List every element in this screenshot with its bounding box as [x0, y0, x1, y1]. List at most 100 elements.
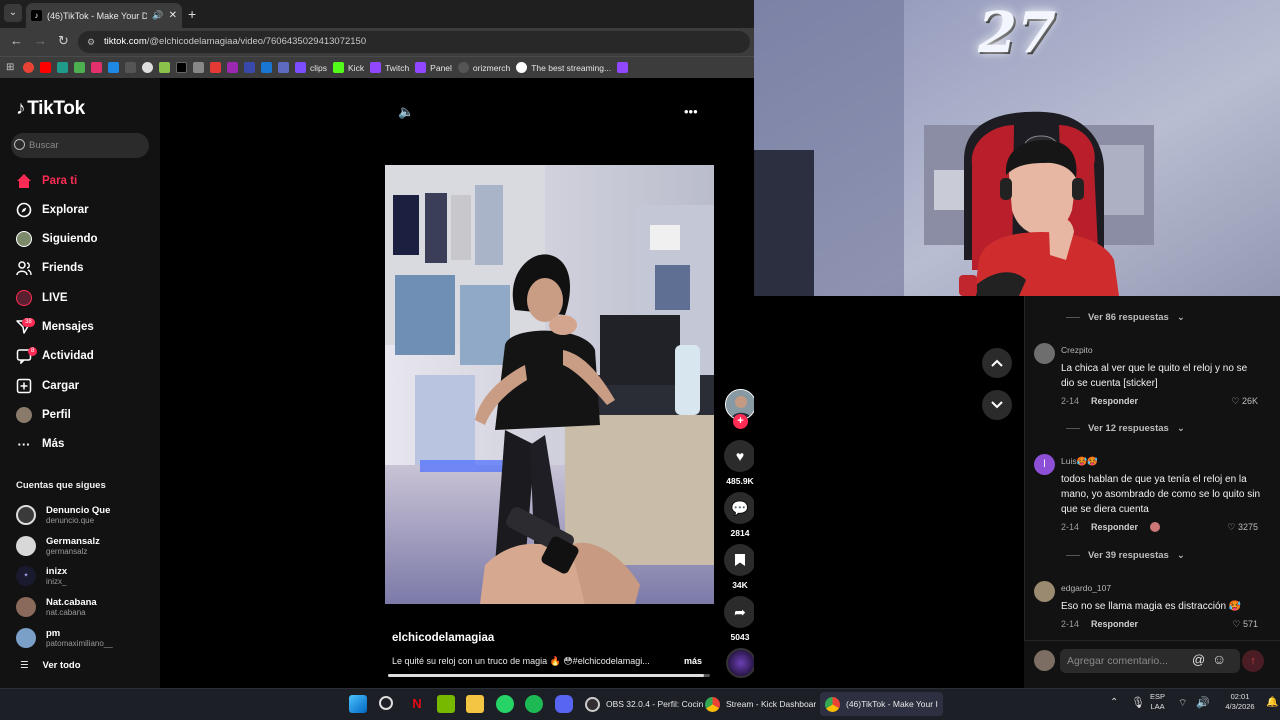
nav-friends[interactable]: Friends [16, 258, 84, 278]
wifi-icon[interactable]: ⌔ [1178, 697, 1187, 710]
previous-video-button[interactable] [982, 348, 1012, 378]
volume-icon[interactable]: 🔊 [1196, 696, 1210, 709]
search-input[interactable]: Buscar [11, 133, 149, 158]
nav-live[interactable]: LIVE [16, 288, 68, 308]
bookmark-panel[interactable]: Panel [415, 62, 452, 73]
bookmark-icon[interactable] [142, 62, 153, 73]
following-account[interactable]: Denuncio Que denuncio.que [16, 502, 110, 528]
next-video-button[interactable] [982, 390, 1012, 420]
avatar[interactable] [1034, 343, 1055, 364]
video-author[interactable]: elchicodelamagiaa [392, 632, 494, 644]
bookmark-icon[interactable] [74, 62, 85, 73]
tray-overflow-icon[interactable]: ⌃ [1110, 697, 1118, 708]
close-tab-icon[interactable]: ✕ [169, 10, 177, 21]
bookmark-icon[interactable] [159, 62, 170, 73]
apps-grid-icon[interactable]: ⊞ [6, 62, 17, 73]
site-info-icon[interactable]: ⚙ [87, 31, 95, 53]
view-replies-link[interactable]: Ver 12 respuestas ⌄ [1066, 423, 1185, 434]
search-icon[interactable] [379, 696, 393, 710]
comment-like[interactable]: ♡ 571 [1232, 619, 1258, 630]
discord-icon[interactable] [555, 695, 573, 713]
avatar[interactable]: l [1034, 454, 1055, 475]
nvidia-icon[interactable] [437, 695, 455, 713]
microphone-icon[interactable]: 🎙 [1131, 696, 1145, 709]
bookmark-icon[interactable] [261, 62, 272, 73]
notifications-icon[interactable]: 🔔 [1266, 697, 1278, 708]
nav-following[interactable]: Siguiendo [16, 229, 98, 249]
comment-like[interactable]: ♡ 3275 [1227, 522, 1258, 533]
following-account[interactable]: ✦ inizx inizx_ [16, 563, 67, 589]
forward-icon[interactable]: → [34, 33, 47, 48]
speaker-icon[interactable]: 🔊 [152, 10, 163, 21]
save-action[interactable]: 34K [724, 544, 756, 590]
tab-search-button[interactable]: ⌄ [4, 4, 22, 22]
whatsapp-icon[interactable] [496, 695, 514, 713]
netflix-icon[interactable]: N [408, 695, 426, 713]
youtube-icon[interactable] [40, 62, 51, 73]
spotify-icon[interactable] [525, 695, 543, 713]
mention-icon[interactable]: @ [1192, 652, 1205, 667]
url-input[interactable]: ⚙ tiktok.com/@elchicodelamagiaa/video/76… [78, 31, 750, 53]
reply-link[interactable]: Responder [1091, 619, 1138, 629]
google-icon[interactable] [23, 62, 34, 73]
tiktok-icon[interactable] [176, 62, 187, 73]
reload-icon[interactable]: ↻ [58, 33, 69, 49]
bookmark-streaming[interactable]: The best streaming... [516, 62, 611, 73]
view-replies-link[interactable]: Ver 39 respuestas ⌄ [1066, 550, 1185, 561]
volume-icon[interactable]: 🔈 [398, 104, 414, 120]
view-replies-link[interactable]: Ver 86 respuestas ⌄ [1066, 312, 1185, 323]
post-comment-button[interactable]: ↑ [1242, 650, 1264, 672]
comment-like[interactable]: ♡ 26K [1231, 396, 1258, 407]
nav-profile[interactable]: Perfil [16, 405, 71, 425]
bookmark-icon[interactable] [125, 62, 136, 73]
clock[interactable]: 02:01 4/3/2026 [1220, 692, 1260, 712]
bookmark-icon[interactable] [244, 62, 255, 73]
comment-username[interactable]: Crezpito [1061, 345, 1093, 355]
emoji-icon[interactable]: ☺ [1212, 651, 1226, 667]
bookmark-kick[interactable]: Kick [333, 62, 364, 73]
nav-for-you[interactable]: Para ti [16, 171, 77, 191]
share-action[interactable]: ➦ 5043 [724, 596, 756, 642]
bookmark-icon[interactable] [57, 62, 68, 73]
more-options-icon[interactable]: ••• [684, 104, 698, 119]
file-explorer-icon[interactable] [466, 695, 484, 713]
back-icon[interactable]: ← [10, 33, 23, 48]
comment-action[interactable]: 💬 2814 [724, 492, 756, 538]
bookmark-orizmerch[interactable]: orizmerch [457, 62, 510, 73]
bookmark-icon[interactable] [278, 62, 289, 73]
nav-upload[interactable]: Cargar [16, 376, 79, 396]
caption-more-link[interactable]: más [684, 656, 702, 666]
bookmark-icon[interactable] [108, 62, 119, 73]
language-indicator[interactable]: ESP LAA [1150, 692, 1165, 712]
following-account[interactable]: pm patomaximiliano__ [16, 625, 113, 651]
taskbar-app-obs[interactable]: OBS 32.0.4 - Perfil: Cocin [580, 692, 708, 716]
sound-disc-icon[interactable] [726, 648, 756, 678]
nav-more[interactable]: ··· Más [16, 434, 65, 454]
reply-link[interactable]: Responder [1091, 522, 1138, 532]
taskbar-app-kick[interactable]: Stream - Kick Dashboar [700, 692, 821, 716]
nav-explore[interactable]: Explorar [16, 200, 89, 220]
bookmark-icon[interactable] [193, 62, 204, 73]
see-all-link[interactable]: ☰ Ver todo [20, 660, 81, 671]
reply-link[interactable]: Responder [1091, 396, 1138, 406]
taskbar-app-tiktok[interactable]: (46)TikTok - Make Your I [820, 692, 943, 716]
bookmark-twitch[interactable]: Twitch [370, 62, 409, 73]
tiktok-logo[interactable]: ♪ TikTok [16, 98, 85, 120]
twitch-icon[interactable] [617, 62, 629, 73]
instagram-icon[interactable] [91, 62, 102, 73]
following-account[interactable]: Germansalz germansalz [16, 533, 100, 559]
video-player[interactable] [385, 165, 714, 604]
video-progress-bar[interactable] [388, 674, 710, 677]
bookmark-icon[interactable] [210, 62, 221, 73]
comment-username[interactable]: edgardo_107 [1061, 583, 1111, 593]
following-account[interactable]: Nat.cabana nat.cabana [16, 594, 97, 620]
windows-start-icon[interactable] [349, 695, 367, 713]
follow-button[interactable]: + [733, 414, 748, 429]
bookmark-icon[interactable] [227, 62, 238, 73]
bookmark-clips[interactable]: clips [295, 62, 327, 73]
comment-username[interactable]: Luis🥵🥵 [1061, 456, 1098, 467]
like-action[interactable]: ♥ 485.9K [724, 440, 756, 486]
avatar[interactable] [1034, 581, 1055, 602]
browser-tab-active[interactable]: ♪ (46)TikTok - Make Your Day 🔊 ✕ [26, 3, 182, 28]
new-tab-button[interactable]: + [188, 6, 196, 22]
